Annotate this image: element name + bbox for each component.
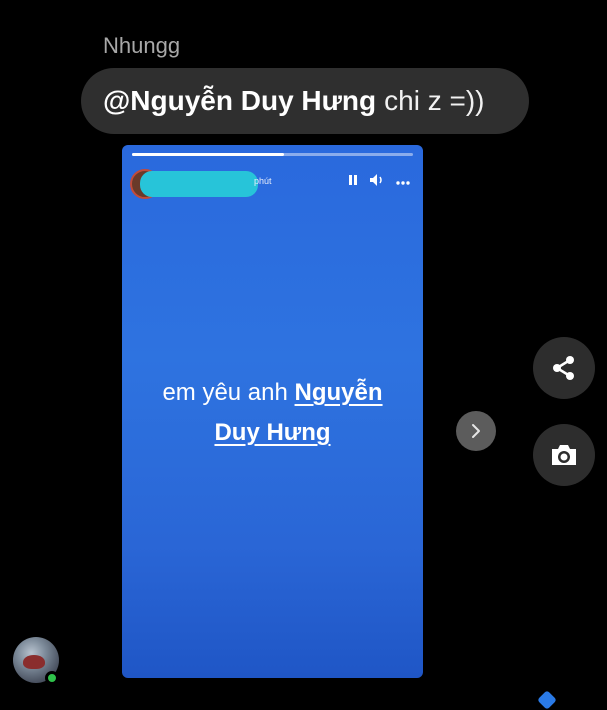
share-icon xyxy=(553,356,574,380)
sender-name: Nhungg xyxy=(103,33,181,58)
chevron-right-icon xyxy=(472,424,480,438)
story-time: phút xyxy=(254,176,272,186)
share-button[interactable] xyxy=(533,337,595,399)
mention-link[interactable]: @Nguyễn Duy Hưng xyxy=(103,85,376,117)
online-status-indicator xyxy=(45,671,59,685)
story-mention-link-2[interactable]: Duy Hưng xyxy=(214,419,330,446)
story-progress-fill xyxy=(132,153,284,156)
camera-button[interactable] xyxy=(533,424,595,486)
story-text: em yêu anh Nguyễn Duy Hưng xyxy=(122,373,423,453)
redacted-name xyxy=(140,171,258,197)
more-icon[interactable] xyxy=(395,174,411,189)
volume-icon[interactable] xyxy=(369,173,385,190)
camera-icon xyxy=(552,445,576,465)
message-text: chi z =)) xyxy=(384,85,485,116)
story-progress-bar xyxy=(132,153,413,156)
story-header: phút xyxy=(130,167,415,201)
corner-indicator xyxy=(537,690,557,710)
story-controls xyxy=(347,173,411,190)
story-mention-link-1[interactable]: Nguyễn xyxy=(295,379,383,406)
message-bubble[interactable]: @Nguyễn Duy Hưng chi z =)) xyxy=(81,68,529,134)
story-card[interactable]: phút em yêu anh Nguyễn Duy Hưng xyxy=(122,145,423,678)
pause-icon[interactable] xyxy=(347,174,359,189)
story-text-prefix: em yêu anh xyxy=(162,379,288,406)
next-button[interactable] xyxy=(456,411,496,451)
